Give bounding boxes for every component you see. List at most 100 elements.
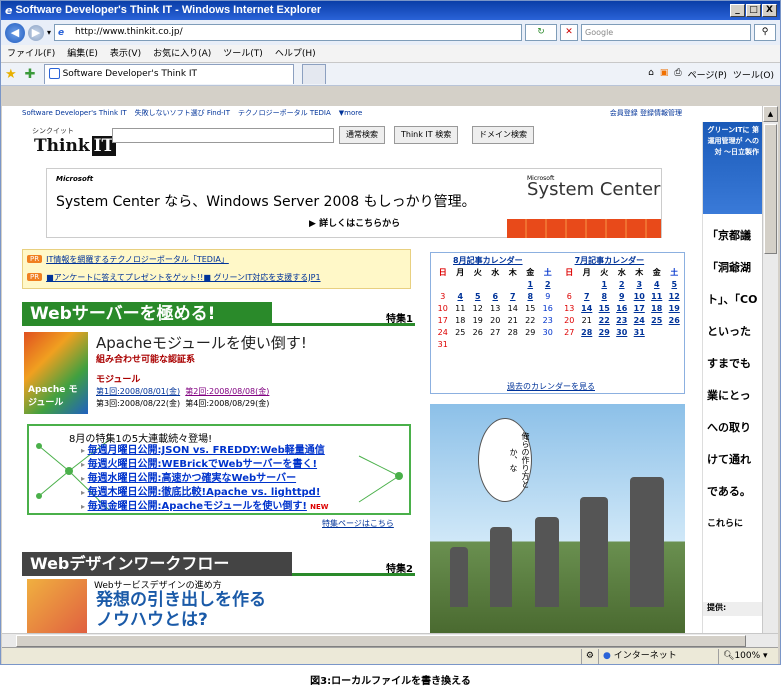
calendar-day[interactable]: 6 bbox=[487, 291, 505, 303]
series-link-wed[interactable]: 毎週水曜日公開:高速かつ確実なWebサーバー bbox=[88, 473, 297, 484]
calendar-day[interactable]: 29 bbox=[596, 327, 614, 339]
episode-1-link[interactable]: 第1回:2008/08/01(金) bbox=[96, 387, 180, 396]
calendar-day[interactable]: 7 bbox=[578, 291, 596, 303]
menu-edit[interactable]: 編集(E) bbox=[67, 45, 98, 62]
weekday-label: 土 bbox=[670, 268, 679, 277]
zone-indicator[interactable]: ● インターネット bbox=[598, 648, 718, 664]
back-button[interactable]: ◀ bbox=[5, 22, 25, 43]
calendar-day[interactable]: 30 bbox=[613, 327, 631, 339]
normal-search-button[interactable]: 通常検索 bbox=[339, 126, 385, 144]
calendar-day[interactable]: 10 bbox=[631, 291, 649, 303]
page-menu[interactable]: ページ(P) bbox=[688, 68, 727, 81]
feature1-headline[interactable]: Apacheモジュールを使い倒す! bbox=[96, 332, 307, 353]
horizontal-scrollbar[interactable] bbox=[2, 633, 778, 647]
calendar-day[interactable]: 8 bbox=[596, 291, 614, 303]
vertical-scrollbar[interactable]: ▲ bbox=[762, 106, 778, 633]
series-link-mon[interactable]: 毎週月曜日公開:JSON vs. FREDDY:Web軽量通信 bbox=[88, 445, 325, 456]
calendar-day[interactable]: 4 bbox=[648, 279, 666, 291]
tools-menu[interactable]: ツール(O) bbox=[733, 68, 774, 81]
link-tedia[interactable]: テクノロジーポータル TEDIA bbox=[238, 108, 331, 118]
pr-link-survey[interactable]: ■アンケートに答えてプレゼントをゲット!!■ グリーンIT対応を支援するJP1 bbox=[46, 272, 320, 283]
calendar-day[interactable]: 11 bbox=[648, 291, 666, 303]
menu-favorites[interactable]: お気に入り(A) bbox=[153, 45, 211, 62]
series-link-tue[interactable]: 毎週火曜日公開:WEBrickでWebサーバーを書く! bbox=[88, 459, 318, 470]
site-logo[interactable]: シンクイット Think IT bbox=[32, 126, 117, 160]
calendar-day[interactable]: 9 bbox=[613, 291, 631, 303]
scroll-up-icon[interactable]: ▲ bbox=[763, 106, 778, 122]
calendar-day[interactable]: 26 bbox=[666, 315, 684, 327]
favorites-star-icon[interactable]: ★ bbox=[5, 67, 17, 82]
link-more[interactable]: ▼more bbox=[339, 109, 363, 117]
new-tab-button[interactable] bbox=[301, 64, 326, 84]
hscroll-thumb[interactable] bbox=[16, 635, 746, 647]
history-dropdown-icon[interactable]: ▾ bbox=[47, 28, 51, 37]
search-icon[interactable]: ⚲ bbox=[754, 24, 776, 41]
calendar-day[interactable]: 5 bbox=[469, 291, 487, 303]
zoom-control[interactable]: 🔍︎100% ▾ bbox=[718, 648, 778, 664]
url-field[interactable]: e http://www.thinkit.co.jp/ bbox=[54, 24, 523, 41]
pr-link-tedia[interactable]: IT情報を網羅するテクノロジーポータル「TEDIA」 bbox=[46, 254, 229, 265]
home-icon[interactable]: ⌂ bbox=[648, 68, 654, 81]
calendar-day[interactable]: 2 bbox=[539, 279, 557, 291]
calendar-day[interactable]: 1 bbox=[522, 279, 540, 291]
link-thinkit[interactable]: Software Developer's Think IT bbox=[22, 109, 127, 117]
search-input[interactable]: Google bbox=[581, 24, 751, 41]
menu-tools[interactable]: ツール(T) bbox=[223, 45, 263, 62]
calendar-day[interactable]: 8 bbox=[522, 291, 540, 303]
feature2-thumbnail[interactable] bbox=[27, 579, 87, 633]
stop-button[interactable]: ✕ bbox=[560, 24, 579, 41]
maximize-button[interactable]: □ bbox=[746, 4, 761, 17]
calendar-day[interactable]: 31 bbox=[631, 327, 649, 339]
calendar-jul-link[interactable]: 7月記事カレンダー bbox=[575, 255, 645, 266]
tab-active[interactable]: Software Developer's Think IT bbox=[43, 64, 294, 84]
calendar-day[interactable]: 3 bbox=[631, 279, 649, 291]
feature1-thumbnail[interactable]: Apache モジュール bbox=[24, 332, 88, 414]
forward-button[interactable]: ▶ bbox=[28, 24, 44, 41]
minimize-button[interactable]: _ bbox=[730, 4, 745, 17]
add-favorite-icon[interactable]: ✚ bbox=[25, 67, 36, 82]
feature2-headline[interactable]: 発想の引き出しを作る ノウハウとは? bbox=[96, 590, 266, 630]
feeds-icon[interactable]: ▣ bbox=[660, 68, 669, 81]
menu-file[interactable]: ファイル(F) bbox=[7, 45, 55, 62]
calendar-day[interactable]: 15 bbox=[596, 303, 614, 315]
feature-page-link[interactable]: 特集ページはこちら bbox=[322, 518, 394, 529]
calendar-day[interactable]: 18 bbox=[648, 303, 666, 315]
side-ad[interactable]: グリーンITに 第 運用管理が への対 〜日立製作 「京都議 「洞爺湖 ト」、「… bbox=[702, 122, 762, 633]
calendar-day[interactable]: 16 bbox=[613, 303, 631, 315]
calendar-day[interactable]: 14 bbox=[578, 303, 596, 315]
calendar-day[interactable]: 28 bbox=[578, 327, 596, 339]
calendar-day[interactable]: 19 bbox=[666, 303, 684, 315]
episode-2-link[interactable]: 第2回:2008/08/08(金) bbox=[185, 387, 269, 396]
calendar-day[interactable]: 12 bbox=[666, 291, 684, 303]
calendar-aug-link[interactable]: 8月記事カレンダー bbox=[453, 255, 523, 266]
calendar-day[interactable]: 25 bbox=[648, 315, 666, 327]
feature2-title[interactable]: Webデザインワークフロー bbox=[22, 552, 292, 576]
domain-search-button[interactable]: ドメイン検索 bbox=[472, 126, 534, 144]
calendar-day[interactable]: 1 bbox=[596, 279, 614, 291]
calendar-day[interactable]: 22 bbox=[596, 315, 614, 327]
print-icon[interactable]: ⎙ bbox=[674, 68, 681, 81]
menu-view[interactable]: 表示(V) bbox=[110, 45, 141, 62]
calendar-day[interactable]: 4 bbox=[452, 291, 470, 303]
calendar-day[interactable]: 24 bbox=[631, 315, 649, 327]
close-button[interactable]: X bbox=[762, 4, 777, 17]
calendar-day[interactable]: 17 bbox=[631, 303, 649, 315]
thinkit-search-button[interactable]: Think IT 検索 bbox=[394, 126, 459, 144]
feature1-title[interactable]: Webサーバーを極める! bbox=[22, 302, 272, 326]
link-member[interactable]: 会員登録 登録情報管理 bbox=[610, 108, 682, 118]
old-calendar-link[interactable]: 過去のカレンダーを見る bbox=[507, 381, 595, 392]
banner-more-link[interactable]: ▶ 詳しくはこちらから bbox=[309, 216, 400, 229]
calendar-day[interactable]: 7 bbox=[504, 291, 522, 303]
menu-help[interactable]: ヘルプ(H) bbox=[275, 45, 316, 62]
site-search-input[interactable] bbox=[112, 128, 334, 143]
calendar-day[interactable]: 23 bbox=[613, 315, 631, 327]
moai-photo[interactable]: 俺らの作り方とか、な bbox=[430, 404, 685, 633]
scroll-thumb[interactable] bbox=[764, 124, 777, 254]
ad-banner[interactable]: Microsoft System Center なら、Windows Serve… bbox=[46, 168, 662, 238]
calendar-day[interactable]: 2 bbox=[613, 279, 631, 291]
series-link-thu[interactable]: 毎週木曜日公開:徹底比較!Apache vs. lighttpd! bbox=[88, 487, 321, 498]
calendar-day[interactable]: 5 bbox=[666, 279, 684, 291]
refresh-button[interactable]: ↻ bbox=[525, 24, 558, 41]
link-findit[interactable]: 失敗しないソフト選び Find-IT bbox=[135, 108, 230, 118]
series-link-fri[interactable]: 毎週金曜日公開:Apacheモジュールを使い倒す! bbox=[88, 501, 307, 512]
